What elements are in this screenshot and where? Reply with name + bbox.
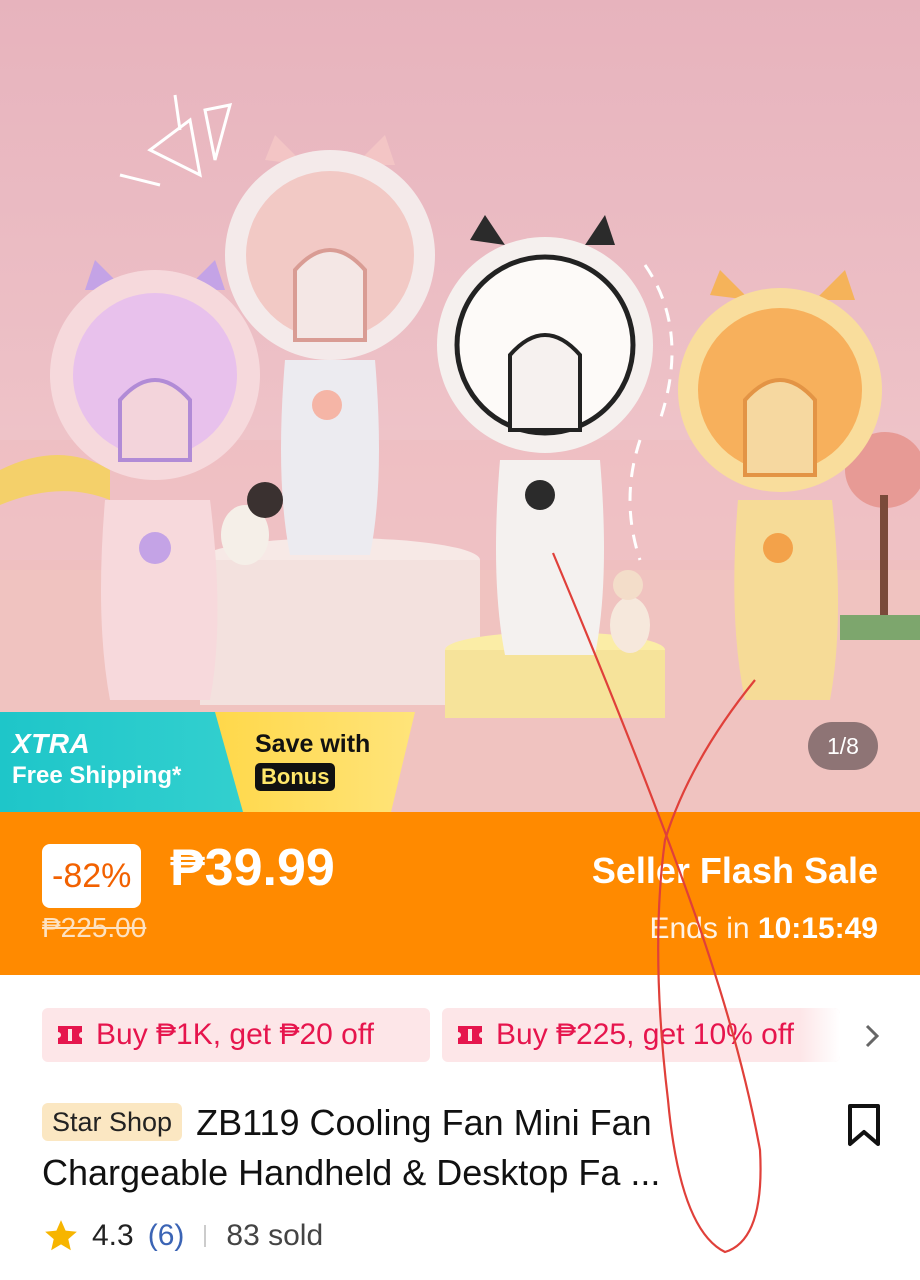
countdown-timer: 10:15:49 [757, 912, 878, 945]
review-count[interactable]: (6) [148, 1219, 185, 1253]
rating-row[interactable]: 4.3 (6) 83 sold [42, 1214, 323, 1258]
shop-tag[interactable]: Star Shop [42, 1103, 183, 1141]
discount-badge: -82% [42, 844, 142, 908]
chevron-right-icon[interactable] [858, 1016, 886, 1056]
flash-sale-title: Seller Flash Sale [591, 850, 878, 891]
voucher-label: Buy ₱225, get 10% off [496, 1018, 794, 1051]
product-image-carousel[interactable]: XTRA Free Shipping* Save with Bonus 1/8 [0, 0, 920, 815]
xtra-free-shipping-badge: XTRA Free Shipping* [0, 712, 250, 812]
voucher-ticket-icon [458, 1026, 482, 1044]
star-icon [45, 1220, 77, 1251]
product-photo [0, 94, 920, 815]
flash-sale-banner[interactable]: -82% ₱39.99 ₱225.00 Seller Flash Sale En… [0, 812, 920, 975]
rating-score: 4.3 [92, 1219, 134, 1252]
original-price: ₱225.00 [42, 912, 147, 943]
voucher-strip: Buy ₱1K, get ₱20 off Buy ₱225, get 10% o… [0, 1000, 920, 1070]
voucher-label: Buy ₱1K, get ₱20 off [96, 1018, 374, 1051]
bonus-label: Bonus [255, 763, 336, 791]
free-shipping-label: Free Shipping* [12, 762, 182, 789]
sale-price: ₱39.99 [170, 839, 335, 897]
voucher-ticket-icon [58, 1026, 82, 1044]
divider [204, 1225, 207, 1247]
flash-sale-countdown: Ends in 10:15:49 [649, 912, 878, 946]
sold-count: 83 sold [226, 1219, 324, 1252]
voucher-chip[interactable]: Buy ₱1K, get ₱20 off [42, 1008, 430, 1062]
save-with-label: Save with [255, 730, 371, 758]
image-counter: 1/8 [808, 722, 878, 770]
ends-in-label: Ends in [649, 912, 750, 945]
save-with-bonus-badge: Save with Bonus [215, 712, 415, 812]
product-title: Star Shop ZB119 Cooling Fan Mini Fan Cha… [42, 1098, 802, 1198]
xtra-label: XTRA [12, 728, 91, 759]
voucher-chip[interactable]: Buy ₱225, get 10% off [442, 1008, 840, 1062]
bookmark-icon[interactable] [844, 1102, 884, 1148]
